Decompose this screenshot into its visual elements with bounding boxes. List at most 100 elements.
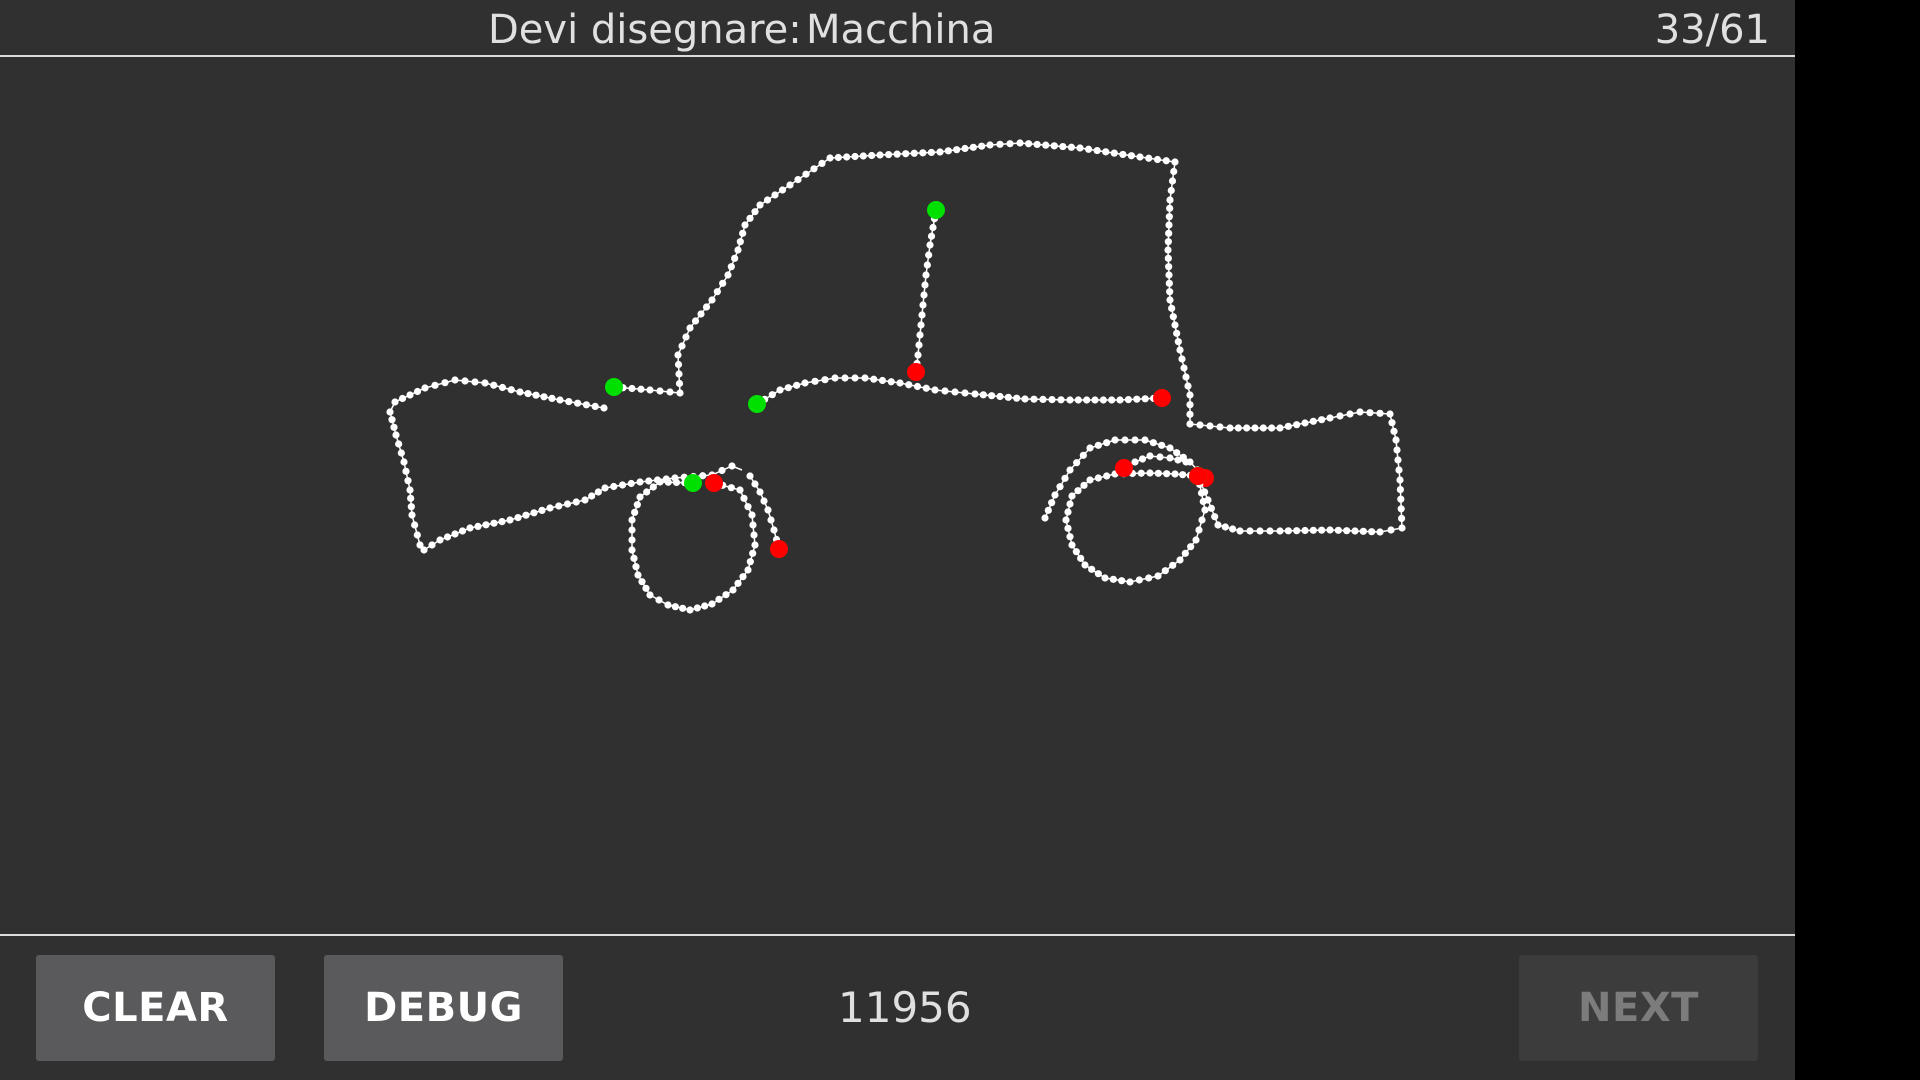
stroke-point <box>1164 254 1172 262</box>
door-line-stroke <box>748 374 1171 413</box>
car-roof-stroke <box>605 139 1406 536</box>
stroke-point <box>922 384 930 392</box>
debug-button[interactable]: DEBUG <box>324 955 563 1061</box>
stroke-point <box>751 208 759 216</box>
prompt-label: Devi disegnare: <box>488 7 802 53</box>
stroke-point <box>1101 574 1109 582</box>
stroke-point <box>1192 536 1200 544</box>
stroke-point <box>979 391 987 399</box>
stroke-point <box>751 541 759 549</box>
stroke-point <box>1048 499 1056 507</box>
rear-wheel-stroke <box>1062 467 1209 586</box>
stroke-point <box>951 388 959 396</box>
screen-edge <box>1795 0 1920 1080</box>
stroke-point <box>1166 288 1174 296</box>
stroke-point <box>1318 416 1326 424</box>
stroke-point <box>776 386 784 394</box>
stroke-point <box>1221 523 1229 531</box>
stroke-point <box>1141 395 1149 403</box>
stroke-point <box>572 498 580 506</box>
stroke-point <box>913 382 922 391</box>
stroke-point <box>546 504 554 512</box>
stroke-point <box>936 148 944 156</box>
stroke-point <box>682 333 690 341</box>
stroke-point <box>734 579 742 587</box>
stroke-point <box>1397 495 1405 503</box>
stroke-point <box>744 503 752 511</box>
stroke-point <box>1268 424 1276 432</box>
stroke-point <box>1154 572 1162 580</box>
stroke-point <box>413 531 421 539</box>
stroke-point <box>961 144 969 153</box>
stroke-point <box>642 584 650 592</box>
stroke-point <box>436 536 444 544</box>
stroke-point <box>1061 474 1069 482</box>
stroke-point <box>1165 229 1173 237</box>
stroke-point <box>634 571 642 579</box>
stroke-point <box>961 389 969 397</box>
stroke-point <box>763 196 772 204</box>
stroke-point <box>1207 504 1215 512</box>
stroke-point <box>1171 158 1179 166</box>
stroke-point <box>1016 139 1024 147</box>
stroke-point <box>556 396 564 404</box>
clear-button[interactable]: CLEAR <box>36 955 275 1061</box>
stroke-point <box>388 416 396 424</box>
stroke-point <box>678 342 686 350</box>
stroke-point <box>1259 424 1267 432</box>
stroke-point <box>902 150 910 158</box>
stroke-point <box>1236 527 1244 535</box>
stroke-point <box>1195 526 1203 534</box>
stroke-point <box>1214 521 1222 529</box>
next-button[interactable]: NEXT <box>1519 955 1758 1061</box>
front-wheel-stroke <box>628 474 759 614</box>
stroke-point <box>1080 481 1088 489</box>
stroke-point <box>996 140 1004 148</box>
stroke-point <box>466 524 474 532</box>
stroke-point <box>715 595 723 603</box>
stroke-point <box>1050 142 1058 150</box>
stroke-point <box>1186 401 1194 409</box>
stroke-point <box>923 261 931 269</box>
stroke-point <box>1013 394 1021 402</box>
stroke-point <box>801 379 809 387</box>
stroke-point <box>1182 458 1190 466</box>
stroke-point <box>915 341 923 349</box>
stroke-point <box>672 478 681 487</box>
stroke-point <box>953 146 961 154</box>
stroke-point <box>1073 459 1081 467</box>
stroke-point <box>630 554 638 562</box>
stroke-point <box>870 375 878 383</box>
stroke-point <box>1326 526 1334 534</box>
stroke-point <box>633 501 641 509</box>
stroke-point <box>746 472 754 480</box>
stroke-point <box>1081 561 1089 569</box>
drawing-canvas[interactable] <box>0 57 1795 935</box>
stroke-point <box>740 494 748 502</box>
stroke-point <box>896 379 904 387</box>
stroke-point <box>406 391 414 399</box>
stroke-point <box>675 370 683 378</box>
stroke-point <box>400 458 408 466</box>
stroke-point <box>1284 422 1292 430</box>
stroke-point <box>1166 296 1174 304</box>
stroke-point <box>1398 514 1406 523</box>
stroke-point <box>1187 543 1195 551</box>
stroke-point <box>671 603 679 611</box>
stroke-point <box>548 394 556 402</box>
stroke-point <box>574 399 582 407</box>
footer-divider <box>0 934 1795 936</box>
stroke-point <box>1093 146 1101 155</box>
stroke-point <box>884 150 893 159</box>
stroke-point <box>563 500 572 508</box>
stroke-point <box>628 546 636 554</box>
stroke-point <box>925 251 933 259</box>
stroke-point <box>878 376 887 385</box>
stroke-point <box>601 484 609 492</box>
stroke-point <box>708 296 716 304</box>
stroke-point <box>736 486 744 494</box>
stroke-point <box>1186 410 1194 418</box>
stroke-point <box>1387 526 1395 534</box>
stroke-point <box>708 600 716 608</box>
stroke-point <box>395 440 403 448</box>
